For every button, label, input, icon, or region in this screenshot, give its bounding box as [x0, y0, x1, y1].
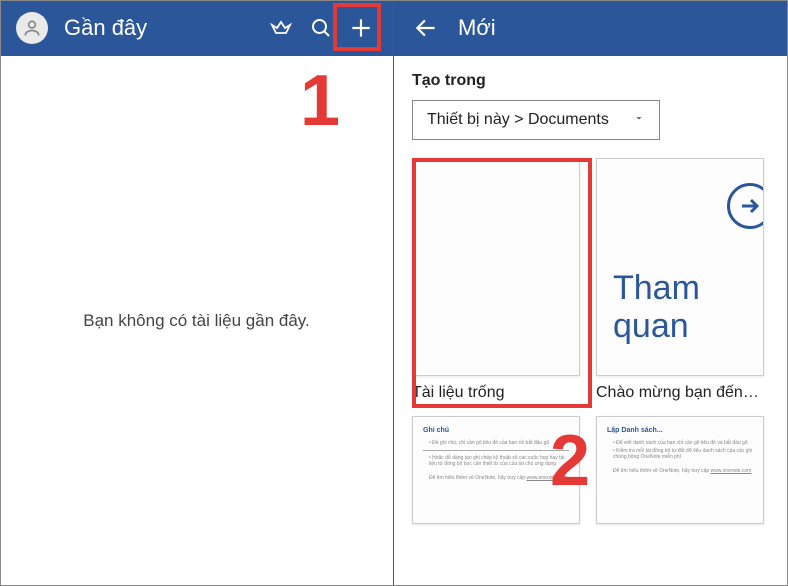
templates-row-1: Tài liệu trống Tham quan Chào mừng bạn đ…: [412, 158, 770, 402]
small-template-heading: Ghi chú: [423, 427, 569, 434]
new-header: Mới: [394, 0, 788, 56]
account-avatar[interactable]: [12, 8, 52, 48]
template-notes[interactable]: Ghi chú • Đề ghi chú, chỉ cần gõ tiêu đề…: [412, 416, 580, 524]
new-document-icon[interactable]: [341, 8, 381, 48]
tour-text: Tham quan: [613, 270, 763, 345]
template-blank[interactable]: Tài liệu trống: [412, 158, 580, 402]
template-preview-welcome: Tham quan: [596, 158, 764, 376]
new-title: Mới: [458, 15, 776, 41]
premium-icon[interactable]: [261, 8, 301, 48]
location-dropdown[interactable]: Thiết bị này > Documents: [412, 100, 660, 140]
template-label: Tài liệu trống: [412, 384, 580, 402]
template-welcome[interactable]: Tham quan Chào mừng bạn đến…: [596, 158, 764, 402]
new-panel: Mới Tạo trong Thiết bị này > Documents T…: [394, 0, 788, 586]
create-in-label: Tạo trong: [412, 72, 770, 90]
templates-row-2: Ghi chú • Đề ghi chú, chỉ cần gõ tiêu đề…: [412, 416, 770, 524]
search-icon[interactable]: [301, 8, 341, 48]
small-template-heading: Lập Danh sách...: [607, 427, 753, 434]
new-content: Tạo trong Thiết bị này > Documents Tài l…: [394, 56, 788, 540]
template-list[interactable]: Lập Danh sách... • Để viết danh sách của…: [596, 416, 764, 524]
recent-panel: Gần đây Bạn không có tài liệu gần: [0, 0, 394, 586]
empty-state-message: Bạn không có tài liệu gần đây.: [0, 56, 393, 586]
arrow-right-icon: [727, 183, 764, 229]
back-icon[interactable]: [406, 8, 446, 48]
template-label: Chào mừng bạn đến…: [596, 384, 764, 402]
recent-title: Gần đây: [64, 15, 257, 41]
recent-header: Gần đây: [0, 0, 393, 56]
chevron-down-icon: [633, 111, 645, 129]
dropdown-value: Thiết bị này > Documents: [427, 111, 609, 129]
template-preview-blank: [412, 158, 580, 376]
